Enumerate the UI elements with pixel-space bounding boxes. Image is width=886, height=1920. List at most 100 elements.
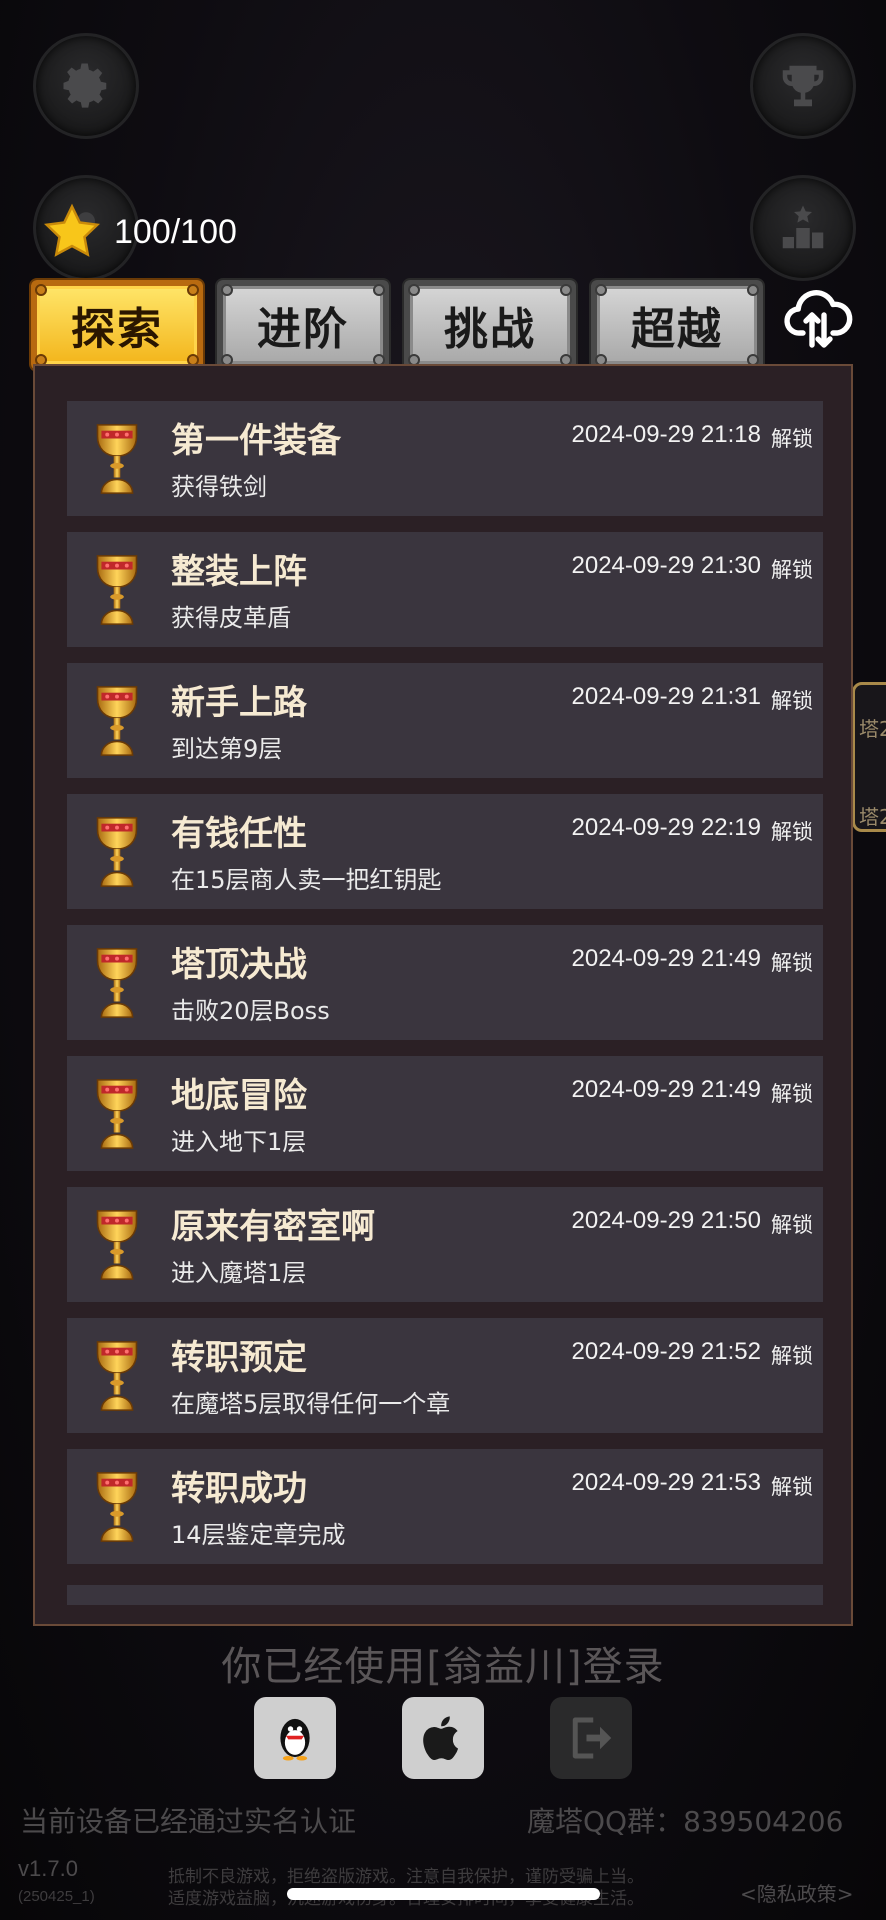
- unlock-status: 解锁: [771, 1475, 813, 1499]
- achievement-desc: 到达第9层: [171, 735, 283, 763]
- gear-icon: [63, 63, 107, 108]
- achievement-item[interactable]: 塔顶决战击败20层Boss 2024-09-29 21:49 解锁: [67, 925, 823, 1040]
- tab-explore[interactable]: 探索: [31, 280, 203, 370]
- achievement-title: 新手上路: [171, 683, 307, 723]
- login-status: 你已经使用[翁益川]登录: [221, 1644, 665, 1690]
- achievement-title: 转职成功: [171, 1469, 307, 1509]
- qq-group-text: 魔塔QQ群：839504206: [527, 1805, 844, 1838]
- achievement-item[interactable]: 地底冒险进入地下1层 2024-09-29 21:49 解锁: [67, 1056, 823, 1171]
- unlock-status: 解锁: [771, 558, 813, 582]
- trophy-button[interactable]: [750, 33, 856, 139]
- unlock-status: 解锁: [771, 951, 813, 975]
- star-counter: 100/100: [42, 200, 237, 264]
- tab-advanced[interactable]: 进阶: [217, 280, 389, 370]
- star-count: 100/100: [114, 212, 237, 251]
- apple-icon: [423, 1716, 459, 1761]
- apple-login-button[interactable]: [402, 1697, 484, 1779]
- podium-star-icon: [782, 205, 824, 249]
- achievement-list[interactable]: 第一件装备获得铁剑 2024-09-29 21:18 解锁 整装上阵获得皮革盾 202…: [67, 401, 823, 1580]
- side-game-thumbnail[interactable]: 塔2 塔2: [852, 682, 886, 832]
- build-text: (250425_1): [18, 1888, 95, 1905]
- goblet-icon: [96, 1472, 138, 1542]
- bolt: [560, 284, 572, 296]
- unlock-status: 解锁: [771, 1213, 813, 1237]
- unlock-status: 解锁: [771, 689, 813, 713]
- bolt: [408, 284, 420, 296]
- achievement-item[interactable]: 原来有密室啊进入魔塔1层 2024-09-29 21:50 解锁: [67, 1187, 823, 1302]
- achievement-item[interactable]: 有钱任性在15层商人卖一把红钥匙 2024-09-29 22:19 解锁: [67, 794, 823, 909]
- tab-label: 探索: [71, 304, 163, 355]
- goblet-icon: [96, 948, 138, 1018]
- achievement-date: 2024-09-29 21:49: [571, 945, 762, 972]
- achievement-item[interactable]: 第一件装备获得铁剑 2024-09-29 21:18 解锁: [67, 401, 823, 516]
- list-item: [67, 1585, 823, 1605]
- unlock-status: 解锁: [771, 1082, 813, 1106]
- tab-label: 进阶: [257, 304, 349, 355]
- achievement-date: 2024-09-29 21:18: [571, 421, 762, 448]
- bolt: [747, 284, 759, 296]
- tab-transcend[interactable]: 超越: [591, 280, 763, 370]
- bolt: [595, 284, 607, 296]
- achievement-desc: 进入魔塔1层: [171, 1259, 307, 1287]
- tab-challenge[interactable]: 挑战: [404, 280, 576, 370]
- achievement-item[interactable]: 转职成功 14层鉴定章完成 2024-09-29 21:53 解锁: [67, 1449, 823, 1564]
- achievement-title: 整装上阵: [171, 552, 307, 592]
- qq-penguin-icon: [280, 1718, 310, 1761]
- trophy-icon: [782, 65, 824, 107]
- ranking-button[interactable]: [750, 175, 856, 281]
- achievement-title: 地底冒险: [171, 1076, 307, 1116]
- achievement-item[interactable]: 新手上路到达第9层 2024-09-29 21:31 解锁: [67, 663, 823, 778]
- privacy-policy-link[interactable]: <隐私政策>: [740, 1878, 854, 1907]
- star-icon: [44, 203, 100, 257]
- achievement-item[interactable]: 整装上阵获得皮革盾 2024-09-29 21:30 解锁: [67, 532, 823, 647]
- version-text: v1.7.0: [18, 1856, 78, 1881]
- achievement-date: 2024-09-29 21:50: [571, 1207, 762, 1234]
- settings-button[interactable]: [33, 33, 139, 139]
- logout-button[interactable]: [550, 1697, 632, 1779]
- thumb-label: 塔2: [859, 805, 886, 829]
- achievement-title: 第一件装备: [171, 421, 341, 461]
- unlock-status: 解锁: [771, 820, 813, 844]
- unlock-status: 解锁: [771, 427, 813, 451]
- thumb-label: 塔2: [859, 717, 886, 741]
- bolt: [187, 284, 199, 296]
- achievement-desc: 击败20层Boss: [171, 997, 330, 1025]
- achievement-desc: 在15层商人卖一把红钥匙: [171, 866, 442, 894]
- goblet-icon: [96, 817, 138, 887]
- achievement-desc: 进入地下1层: [171, 1128, 307, 1156]
- goblet-icon: [96, 424, 138, 494]
- achievement-panel: 第一件装备获得铁剑 2024-09-29 21:18 解锁 整装上阵获得皮革盾 202…: [33, 364, 853, 1626]
- achievement-desc: 获得铁剑: [171, 473, 267, 501]
- tab-label: 挑战: [444, 304, 536, 355]
- game-screen: 100/100 探索 进阶 挑战 超越 塔2 塔2 第一件装备 获得铁剑 202…: [0, 0, 886, 1920]
- cloud-sync-icon[interactable]: [782, 282, 854, 354]
- achievement-desc: 在魔塔5层取得任何一个章: [171, 1390, 451, 1418]
- achievement-title: 有钱任性: [171, 814, 307, 854]
- achievement-date: 2024-09-29 21:31: [571, 683, 762, 710]
- achievement-title: 转职预定: [171, 1338, 307, 1378]
- goblet-icon: [96, 686, 138, 756]
- achievement-item[interactable]: 转职预定在魔塔5层取得任何一个章 2024-09-29 21:52 解锁: [67, 1318, 823, 1433]
- achievement-date: 2024-09-29 21:30: [571, 552, 762, 579]
- bolt: [35, 284, 47, 296]
- home-indicator[interactable]: [287, 1888, 600, 1900]
- qq-login-button[interactable]: [254, 1697, 336, 1779]
- achievement-date: 2024-09-29 22:19: [571, 814, 762, 841]
- achievement-date: 2024-09-29 21:52: [571, 1338, 762, 1365]
- achievement-title: 塔顶决战: [171, 945, 307, 985]
- achievement-desc: 14层鉴定章完成: [171, 1521, 346, 1549]
- bolt: [373, 284, 385, 296]
- goblet-icon: [96, 1341, 138, 1411]
- unlock-status: 解锁: [771, 1344, 813, 1368]
- realname-status: 当前设备已经通过实名认证: [20, 1805, 357, 1838]
- achievement-title: 原来有密室啊: [171, 1207, 375, 1247]
- goblet-icon: [96, 1079, 138, 1149]
- logout-icon: [572, 1717, 612, 1759]
- tab-label: 超越: [631, 304, 723, 355]
- goblet-icon: [96, 1210, 138, 1280]
- bolt: [221, 284, 233, 296]
- achievement-date: 2024-09-29 21:49: [571, 1076, 762, 1103]
- achievement-date: 2024-09-29 21:53: [571, 1469, 762, 1496]
- goblet-icon: [96, 555, 138, 625]
- achievement-desc: 获得皮革盾: [171, 604, 291, 632]
